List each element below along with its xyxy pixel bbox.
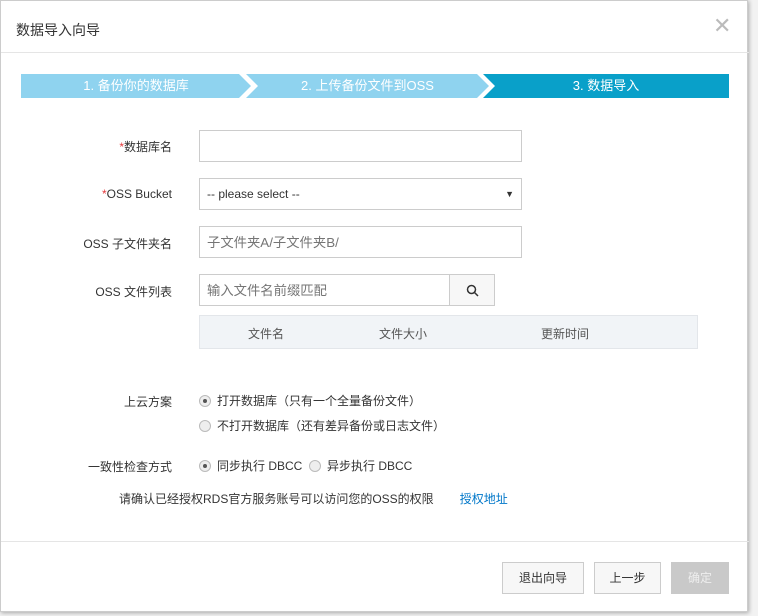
- dbcc-option-async[interactable]: 异步执行 DBCC: [309, 457, 412, 474]
- auth-notice: 请确认已经授权RDS官方服务账号可以访问您的OSS的权限 授权地址: [119, 490, 508, 507]
- subfolder-input[interactable]: [199, 226, 522, 258]
- wizard-steps: 1. 备份你的数据库 2. 上传备份文件到OSS 3. 数据导入: [21, 74, 729, 98]
- search-icon: [466, 285, 479, 297]
- option-label: 不打开数据库（还有差异备份或日志文件）: [217, 419, 446, 433]
- bucket-label: *OSS Bucket: [101, 187, 172, 201]
- filelist-label: OSS 文件列表: [95, 285, 172, 299]
- confirm-button[interactable]: 确定: [671, 562, 729, 594]
- radio-unchecked-icon: [199, 419, 211, 432]
- step-3-active: 3. 数据导入: [483, 74, 729, 98]
- col-filesize: 文件大小: [379, 327, 428, 341]
- step-1: 1. 备份你的数据库: [21, 74, 251, 98]
- radio-unchecked-icon: [309, 459, 321, 472]
- col-updated: 更新时间: [541, 327, 590, 341]
- step-2: 2. 上传备份文件到OSS: [246, 74, 489, 98]
- option-label: 同步执行 DBCC: [217, 459, 303, 473]
- footer-divider: [1, 541, 749, 542]
- radio-checked-icon: [199, 394, 211, 407]
- prev-step-button[interactable]: 上一步: [594, 562, 661, 594]
- divider: [1, 52, 749, 53]
- file-table-header: 文件名 文件大小 更新时间: [199, 315, 698, 349]
- search-button[interactable]: [449, 274, 495, 306]
- notice-text: 请确认已经授权RDS官方服务账号可以访问您的OSS的权限: [119, 492, 434, 506]
- db-name-input[interactable]: [199, 130, 522, 162]
- dialog-title: 数据导入向导: [16, 22, 100, 38]
- plan-option-open[interactable]: 打开数据库（只有一个全量备份文件）: [199, 392, 421, 409]
- dropdown-arrow-icon: ▼: [505, 189, 514, 199]
- close-icon[interactable]: ✕: [713, 13, 731, 39]
- db-name-label: *数据库名: [119, 140, 172, 154]
- col-filename: 文件名: [248, 327, 285, 341]
- subfolder-label: OSS 子文件夹名: [83, 237, 172, 251]
- filelist-search-input[interactable]: [199, 274, 450, 306]
- plan-label: 上云方案: [123, 395, 172, 409]
- exit-wizard-button[interactable]: 退出向导: [502, 562, 584, 594]
- dbcc-label: 一致性检查方式: [87, 460, 172, 474]
- option-label: 异步执行 DBCC: [327, 459, 413, 473]
- option-label: 打开数据库（只有一个全量备份文件）: [217, 394, 422, 408]
- dbcc-option-sync[interactable]: 同步执行 DBCC: [199, 457, 302, 474]
- bucket-select[interactable]: -- please select -- ▼: [199, 178, 522, 210]
- auth-link[interactable]: 授权地址: [460, 492, 508, 506]
- radio-checked-icon: [199, 459, 211, 472]
- import-wizard-dialog: 数据导入向导 ✕ 1. 备份你的数据库 2. 上传备份文件到OSS 3. 数据导…: [0, 0, 749, 612]
- plan-option-no-open[interactable]: 不打开数据库（还有差异备份或日志文件）: [199, 417, 445, 434]
